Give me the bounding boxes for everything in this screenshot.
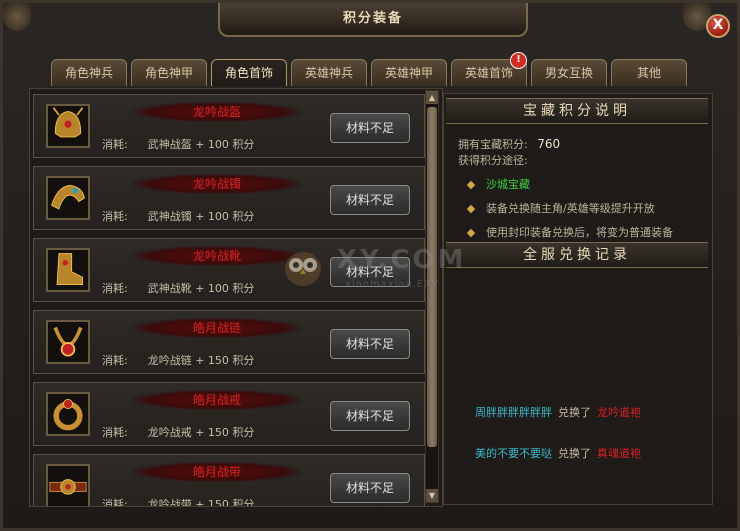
scroll-down-arrow-icon[interactable]: ▼	[426, 489, 438, 502]
cost-label: 消耗:	[102, 426, 128, 439]
bullet-2: 装备兑换随主角/英雄等级提升开放	[444, 200, 655, 216]
cost-label: 消耗:	[102, 282, 128, 295]
title-bar: 积分装备	[218, 3, 528, 37]
item-name: 龙吟战镯	[132, 174, 302, 194]
item-name: 龙吟战靴	[132, 246, 302, 266]
cost-label: 消耗:	[102, 354, 128, 367]
item-cost: 消耗: 龙吟战链 + 150 积分	[102, 352, 254, 368]
record-row: 美的不要不要哒 兑换了 真魂道袍	[475, 445, 641, 461]
points-row: 拥有宝藏积分: 760	[458, 136, 560, 152]
item-cost: 消耗: 龙吟战带 + 150 积分	[102, 496, 255, 507]
item-slot[interactable]	[46, 464, 90, 506]
close-button[interactable]: X	[706, 14, 730, 38]
exchange-button[interactable]: 材料不足	[330, 113, 410, 143]
item-row: 皓月战戒消耗: 龙吟战戒 + 150 积分 材料不足	[33, 382, 425, 446]
belt-icon	[49, 479, 87, 495]
ring-icon	[53, 399, 83, 431]
record-verb: 兑换了	[558, 406, 591, 419]
item-row: 龙吟战镯消耗: 武神战镯 + 100 积分 材料不足	[33, 166, 425, 230]
item-slot[interactable]	[46, 104, 90, 148]
cost-label: 消耗:	[102, 138, 128, 151]
tab-4[interactable]: 英雄神甲	[371, 59, 447, 86]
item-slot[interactable]	[46, 176, 90, 220]
window-title: 积分装备	[342, 11, 403, 26]
item-row: 龙吟战盔消耗: 武神战盔 + 100 积分 材料不足	[33, 94, 425, 158]
item-slot[interactable]	[46, 392, 90, 436]
cost-points: + 100 积分	[195, 282, 255, 295]
bullet-text: 装备兑换随主角/英雄等级提升开放	[486, 202, 655, 215]
exchange-button[interactable]: 材料不足	[330, 401, 410, 431]
scroll-thumb[interactable]	[427, 107, 437, 447]
watermark-text: XY.COM	[337, 245, 467, 275]
cost-item: 武神战靴	[147, 282, 192, 295]
item-cost: 消耗: 武神战盔 + 100 积分	[102, 136, 254, 152]
tab-2[interactable]: 角色首饰	[211, 59, 287, 86]
record-player: 美的不要不要哒	[475, 447, 552, 460]
bullet-1: 沙城宝藏	[444, 176, 530, 192]
game-window: 积分装备 X 角色神兵 角色神甲 角色首饰 英雄神兵 英雄神甲 英雄首饰 男女互换 其他 ! …	[0, 0, 740, 531]
tab-7[interactable]: 其他	[611, 59, 687, 86]
info-header: 宝藏积分说明	[446, 98, 708, 124]
cost-points: + 100 积分	[195, 210, 255, 223]
tab-6[interactable]: 男女互换	[531, 59, 607, 86]
alert-badge-icon: !	[510, 52, 527, 69]
diamond-icon	[466, 204, 476, 214]
boots-icon	[56, 253, 83, 285]
scrollbar[interactable]: ▲ ▼	[425, 90, 439, 503]
points-label: 拥有宝藏积分:	[458, 138, 528, 151]
item-slot[interactable]	[46, 248, 90, 292]
tab-0[interactable]: 角色神兵	[51, 59, 127, 86]
cost-points: + 150 积分	[195, 498, 255, 507]
cost-label: 消耗:	[102, 210, 128, 223]
item-slot[interactable]	[46, 320, 90, 364]
tab-3[interactable]: 英雄神兵	[291, 59, 367, 86]
points-value: 760	[537, 137, 561, 151]
scroll-up-arrow-icon[interactable]: ▲	[426, 91, 438, 104]
cost-points: + 150 积分	[195, 426, 255, 439]
item-row: 皓月战带消耗: 龙吟战带 + 150 积分 材料不足	[33, 454, 425, 507]
watermark-subtext: xiaomaxiao.EXY	[345, 279, 440, 290]
item-name: 皓月战戒	[132, 390, 302, 410]
cost-item: 龙吟战戒	[147, 426, 192, 439]
tab-1[interactable]: 角色神甲	[131, 59, 207, 86]
cost-item: 龙吟战链	[147, 354, 192, 367]
record-row: 周胖胖胖胖胖胖 兑换了 龙吟道袍	[475, 404, 641, 420]
cost-item: 武神战盔	[147, 138, 192, 151]
bullet-text: 沙城宝藏	[486, 178, 530, 191]
record-player: 周胖胖胖胖胖胖	[475, 406, 552, 419]
record-item: 真魂道袍	[597, 447, 641, 460]
item-cost: 消耗: 武神战镯 + 100 积分	[102, 208, 254, 224]
cost-item: 武神战镯	[147, 210, 192, 223]
cost-item: 龙吟战带	[147, 498, 192, 507]
item-name: 龙吟战盔	[132, 102, 302, 122]
cost-points: + 100 积分	[195, 138, 255, 151]
record-verb: 兑换了	[558, 447, 591, 460]
item-list: 龙吟战盔 消耗: 武神战盔 + 100 积分 材料不足 龙吟战镯 消耗: 武神战镯 + 10…	[29, 88, 443, 507]
helmet-icon	[52, 107, 84, 138]
item-name: 皓月战带	[132, 462, 302, 482]
records-header: 全服兑换记录	[446, 242, 708, 268]
bracelet-icon	[51, 184, 85, 210]
bullet-text: 使用封印装备兑换后，将变为普通装备	[486, 226, 673, 239]
exchange-button[interactable]: 材料不足	[330, 329, 410, 359]
left-ornament	[3, 3, 31, 31]
cost-points: + 150 积分	[195, 354, 255, 367]
necklace-icon	[53, 326, 83, 357]
exchange-button[interactable]: 材料不足	[330, 185, 410, 215]
record-item: 龙吟道袍	[597, 406, 641, 419]
sources-label: 获得积分途径:	[458, 154, 528, 167]
cost-label: 消耗:	[102, 498, 128, 507]
exchange-button[interactable]: 材料不足	[330, 473, 410, 503]
item-row: 皓月战链消耗: 龙吟战链 + 150 积分 材料不足	[33, 310, 425, 374]
item-name: 皓月战链	[132, 318, 302, 338]
item-cost: 消耗: 龙吟战戒 + 150 积分	[102, 424, 254, 440]
item-cost: 消耗: 武神战靴 + 100 积分	[102, 280, 254, 296]
bullet-3: 使用封印装备兑换后，将变为普通装备	[444, 224, 673, 240]
owl-watermark-icon	[285, 252, 321, 286]
diamond-icon	[466, 180, 476, 190]
diamond-icon	[466, 228, 476, 238]
info-panel: 宝藏积分说明 拥有宝藏积分: 760 获得积分途径: 沙城宝藏 装备兑换随主角/…	[443, 93, 713, 505]
